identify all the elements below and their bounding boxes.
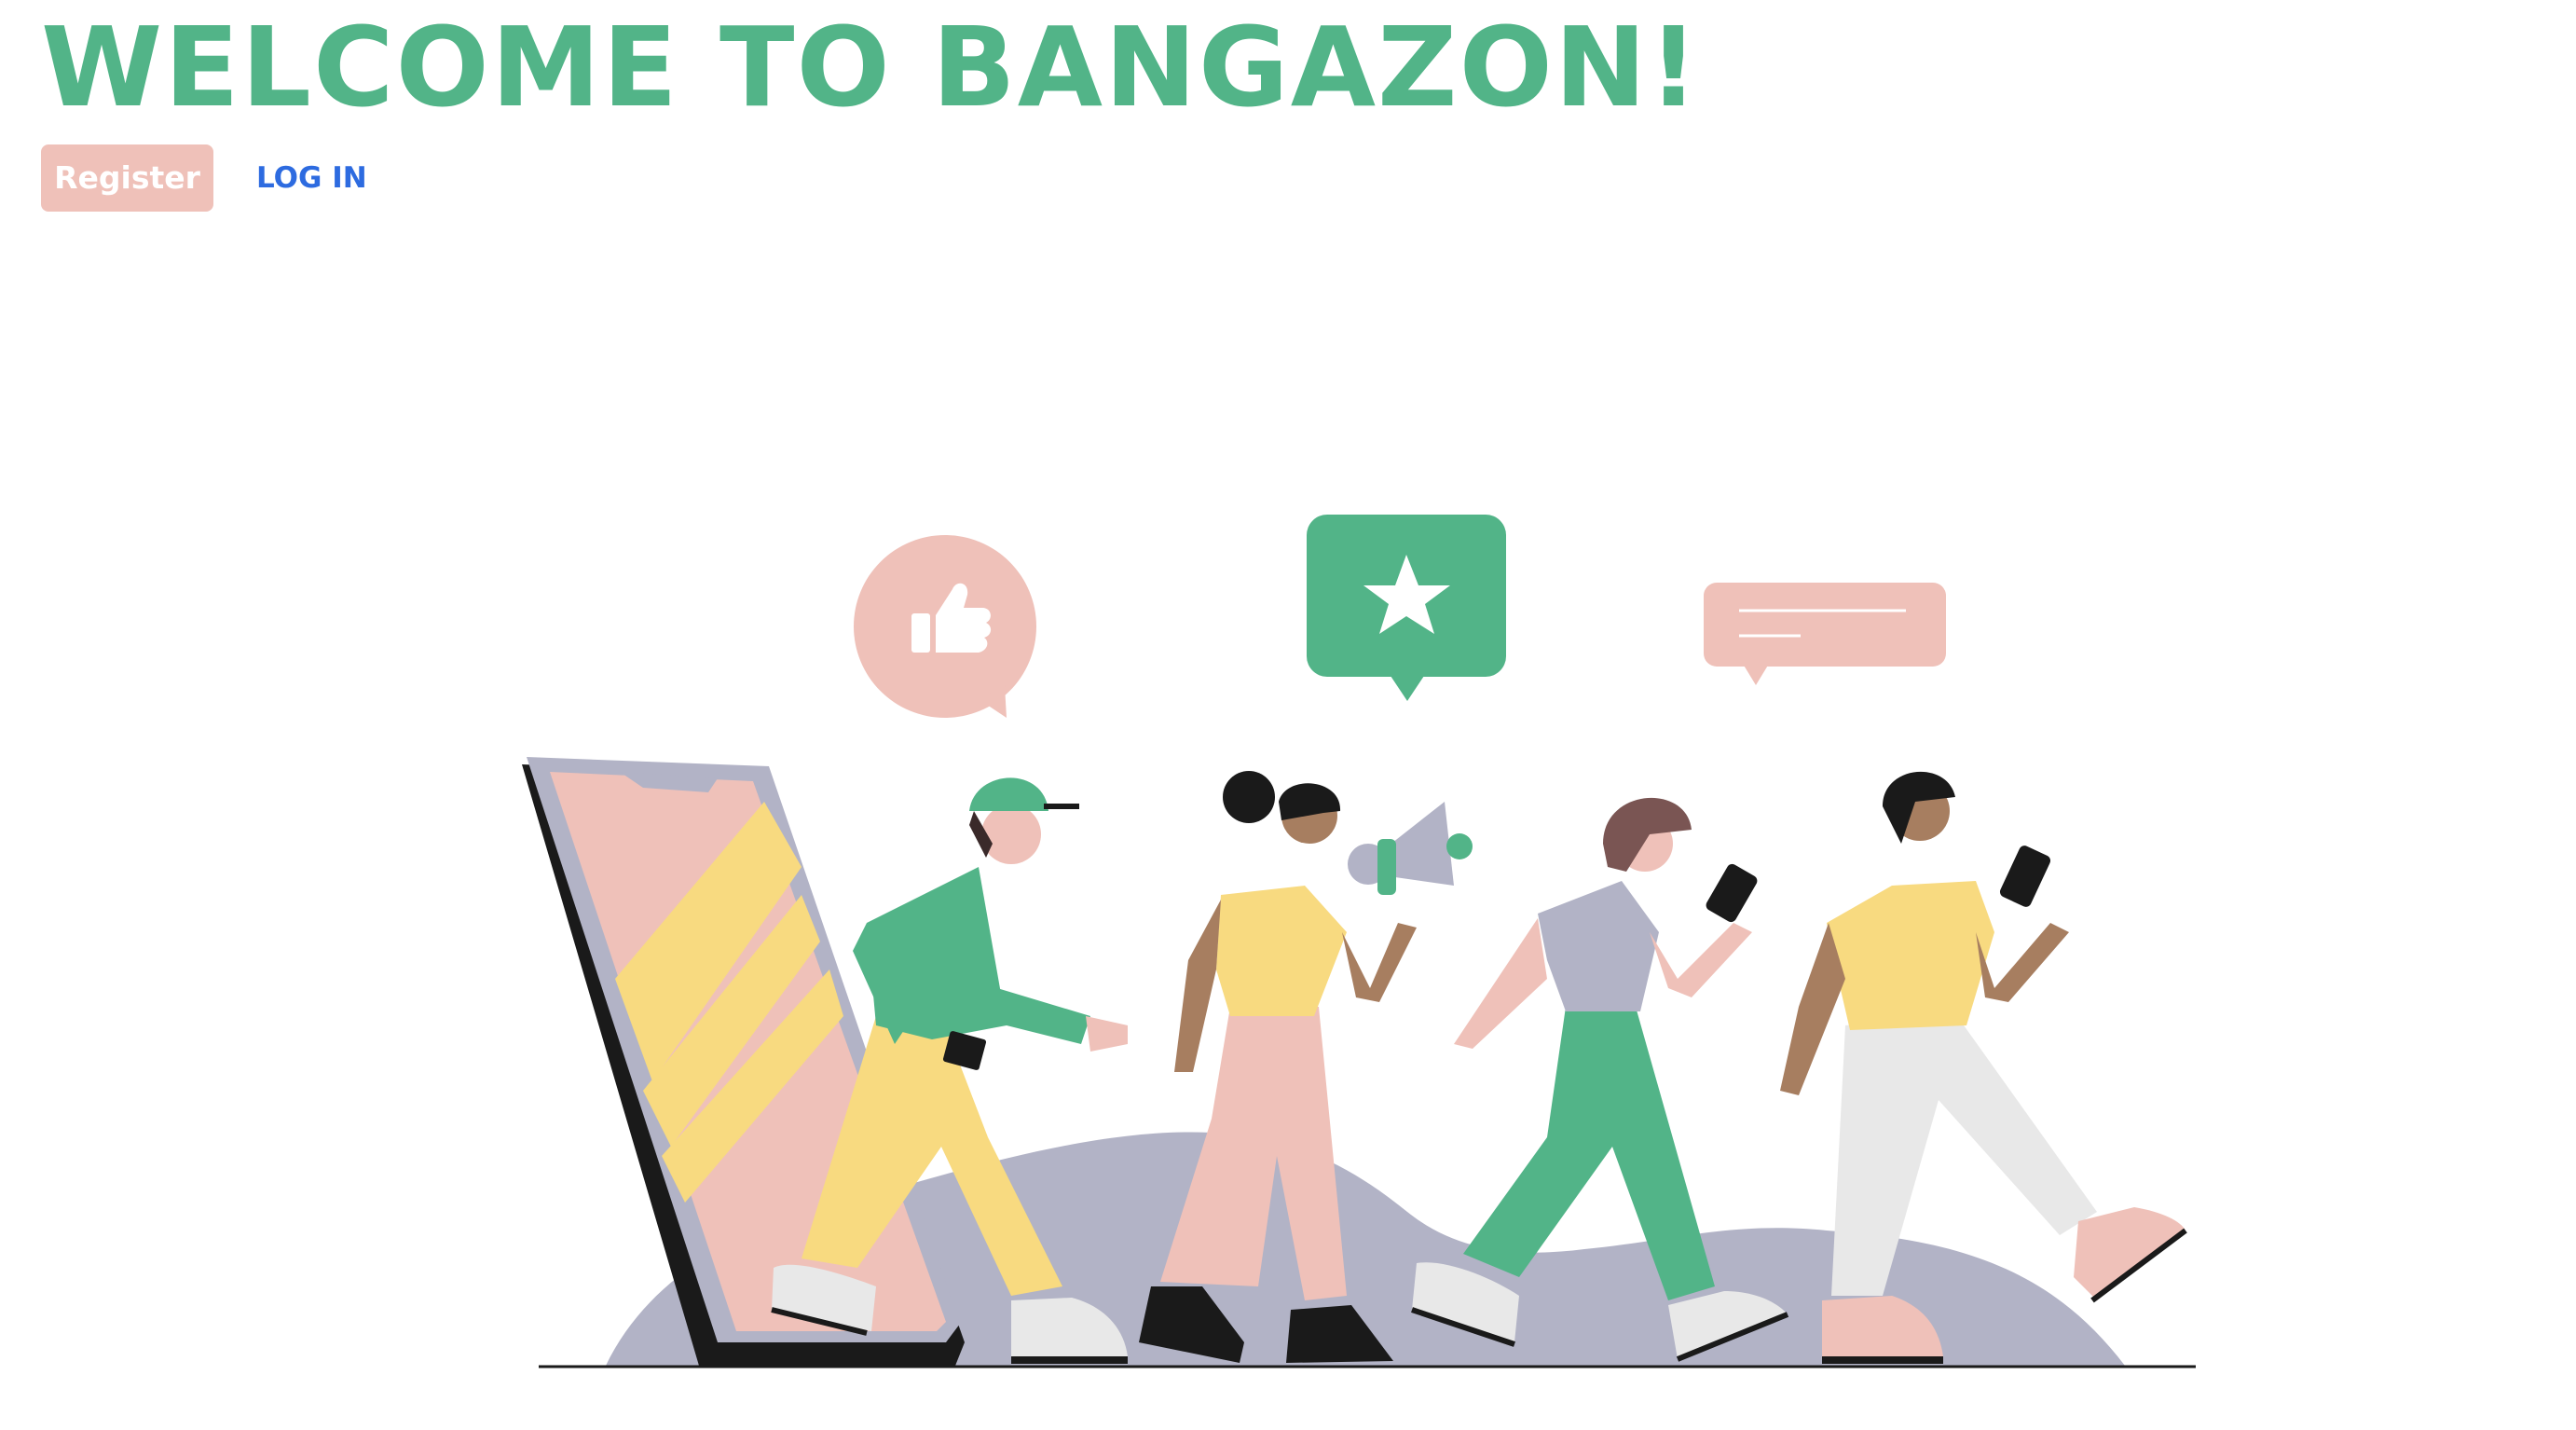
phone-icon: [1706, 863, 1758, 923]
star-bubble: [1307, 515, 1506, 701]
message-bubble: [1704, 583, 1946, 685]
phone-icon: [1999, 846, 2051, 907]
hero-illustration: [522, 515, 2196, 1368]
megaphone-icon: [1348, 802, 1473, 895]
thumbs-up-bubble: [854, 535, 1036, 718]
